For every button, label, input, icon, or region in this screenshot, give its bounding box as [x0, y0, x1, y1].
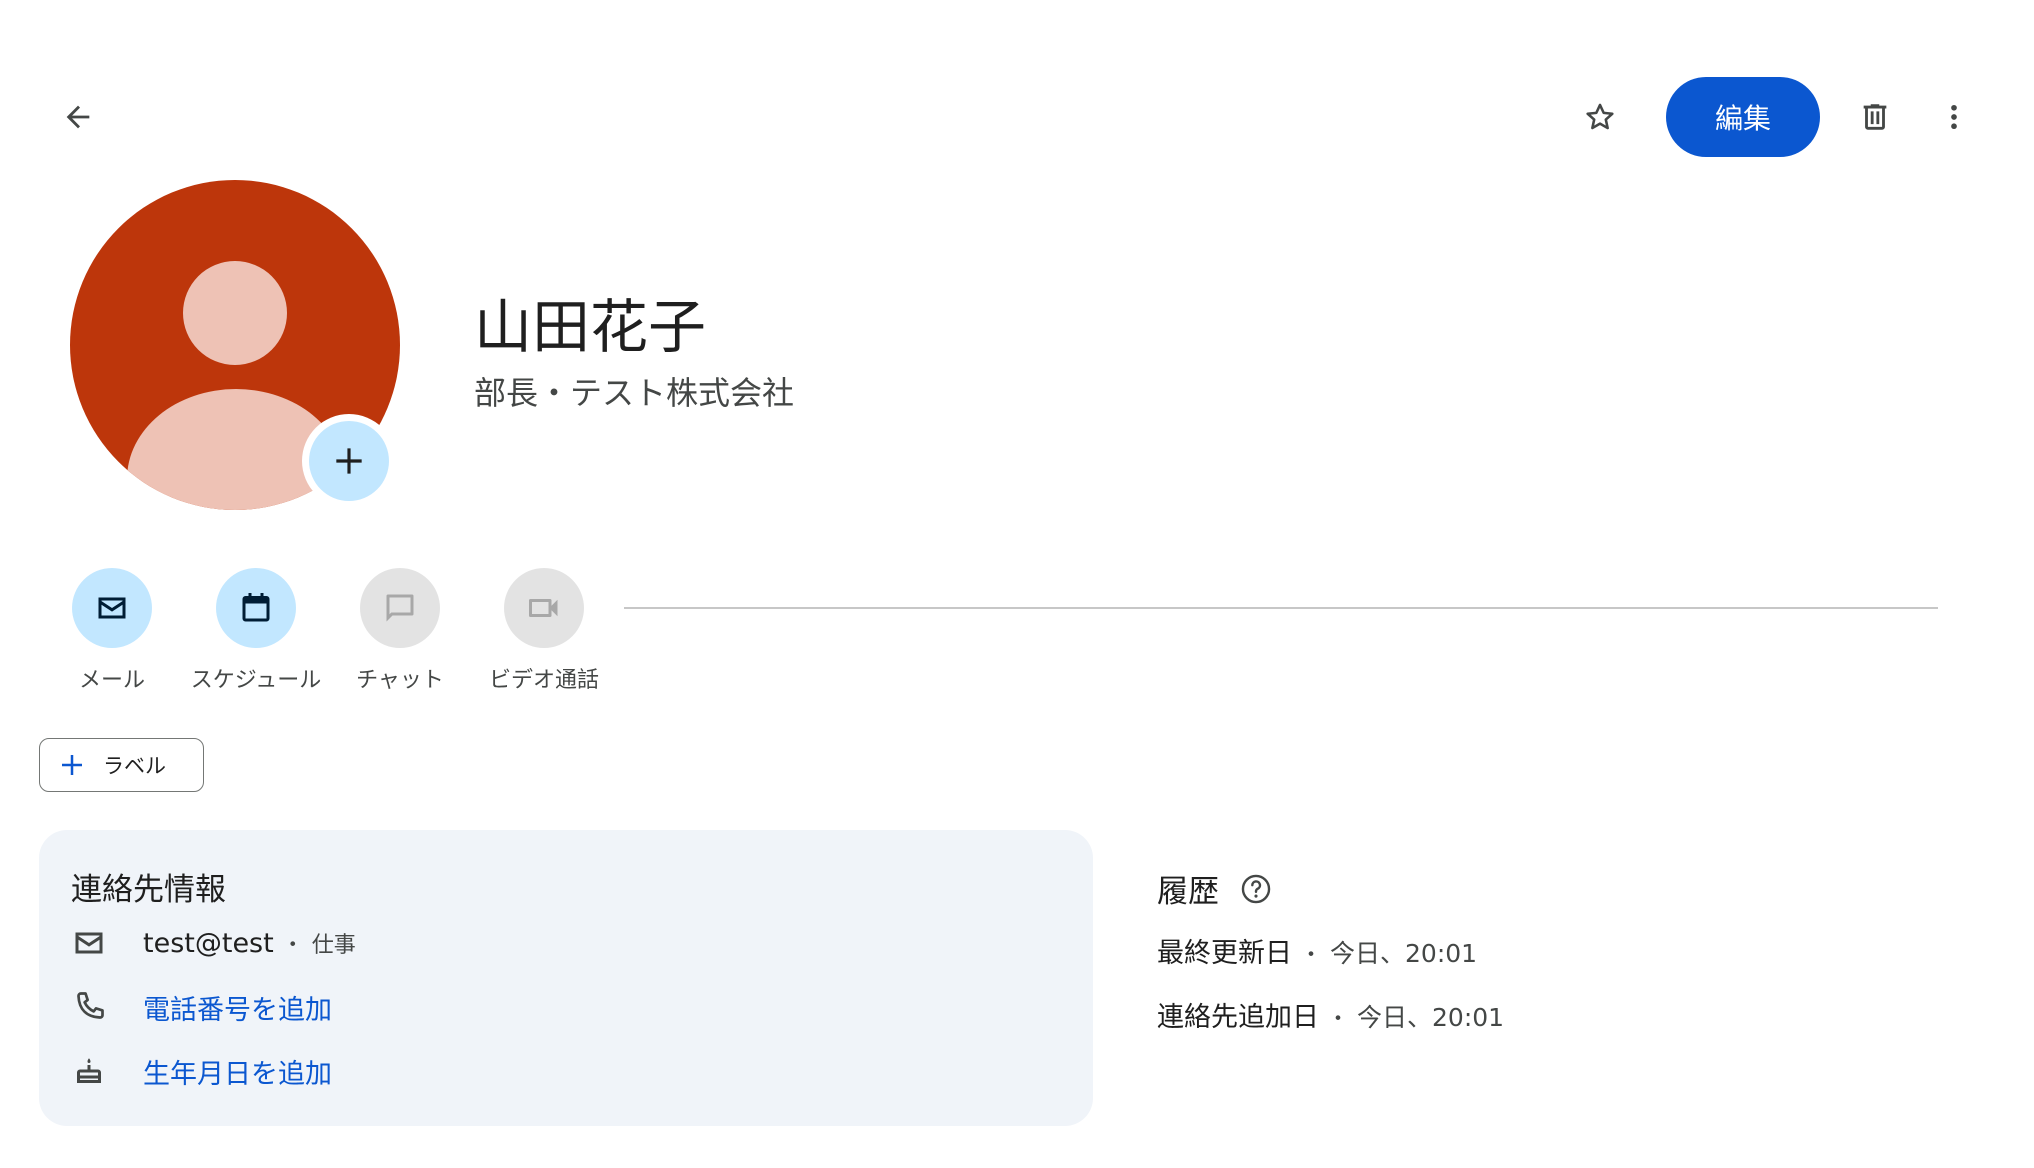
history-added: 連絡先追加日・今日、20:01 [1157, 995, 1504, 1034]
email-type: 仕事 [311, 933, 356, 958]
added-separator: ・ [1327, 1007, 1350, 1032]
added-label: 連絡先追加日 [1157, 1002, 1319, 1033]
chat-icon [386, 594, 414, 622]
trash-icon [1863, 104, 1887, 130]
action-chat-circle [360, 568, 440, 648]
contact-subtitle: 部長・テスト株式会社 [474, 374, 795, 412]
arrow-back-icon [66, 105, 90, 129]
last-updated-label: 最終更新日 [1157, 938, 1292, 969]
mail-icon [75, 932, 103, 954]
action-mail[interactable]: メール [40, 568, 184, 694]
contact-info-card: 連絡先情報 test@test ・ 仕事 電話番号を追加 生年月日を追加 [39, 830, 1093, 1126]
help-circle-icon[interactable] [1239, 872, 1273, 906]
action-video: ビデオ通話 [472, 568, 616, 694]
contact-name: 山田花子 [474, 293, 707, 361]
cake-icon [77, 1058, 101, 1083]
avatar-head-shape [183, 261, 287, 365]
mail-icon [98, 597, 126, 619]
last-updated-separator: ・ [1300, 943, 1323, 968]
add-label-text: ラベル [103, 754, 166, 778]
add-label-button[interactable]: ラベル [39, 738, 204, 792]
history-title: 履歴 [1157, 874, 1219, 910]
add-photo-button[interactable] [302, 414, 396, 508]
email-value: test@test [143, 927, 274, 959]
quick-actions: メール スケジュール チャット ビデオ通話 [40, 568, 680, 693]
action-chat-label: チャット [356, 668, 444, 693]
add-phone-link[interactable]: 電話番号を追加 [143, 988, 332, 1027]
plus-icon [62, 755, 82, 775]
divider [624, 607, 1938, 609]
history-section-title: 履歴 [1157, 866, 1273, 911]
star-outline-icon [1586, 103, 1614, 130]
phone-icon [77, 992, 104, 1019]
email-row[interactable]: test@test ・ 仕事 [71, 923, 356, 963]
email-separator: ・ [281, 933, 304, 958]
action-mail-label: メール [78, 668, 145, 693]
action-video-label: ビデオ通話 [488, 668, 599, 693]
calendar-icon [242, 593, 270, 622]
contact-info-title: 連絡先情報 [71, 872, 226, 908]
action-video-circle [504, 568, 584, 648]
edit-button[interactable]: 編集 [1666, 77, 1820, 157]
history-last-updated: 最終更新日・今日、20:01 [1157, 931, 1477, 970]
more-options-button[interactable] [1922, 85, 1986, 149]
videocam-icon [529, 599, 558, 617]
plus-icon [336, 448, 362, 474]
action-mail-circle [72, 568, 152, 648]
action-chat: チャット [328, 568, 472, 694]
more-vert-icon [1951, 104, 1957, 130]
added-value: 今日、20:01 [1357, 1003, 1505, 1032]
birthday-row[interactable]: 生年月日を追加 [71, 1051, 332, 1091]
add-birthday-link[interactable]: 生年月日を追加 [143, 1052, 332, 1091]
star-button[interactable] [1568, 85, 1632, 149]
action-schedule-label: スケジュール [190, 668, 322, 693]
delete-button[interactable] [1843, 85, 1907, 149]
back-button[interactable] [46, 85, 110, 149]
phone-row[interactable]: 電話番号を追加 [71, 987, 332, 1027]
action-schedule-circle [216, 568, 296, 648]
contact-detail-page: 編集 山田花子 部長・テスト株式会社 メール スケジュール チャット ビデオ通話… [0, 0, 2034, 1168]
action-schedule[interactable]: スケジュール [184, 568, 328, 694]
add-photo-circle [309, 421, 389, 501]
last-updated-value: 今日、20:01 [1330, 939, 1478, 968]
